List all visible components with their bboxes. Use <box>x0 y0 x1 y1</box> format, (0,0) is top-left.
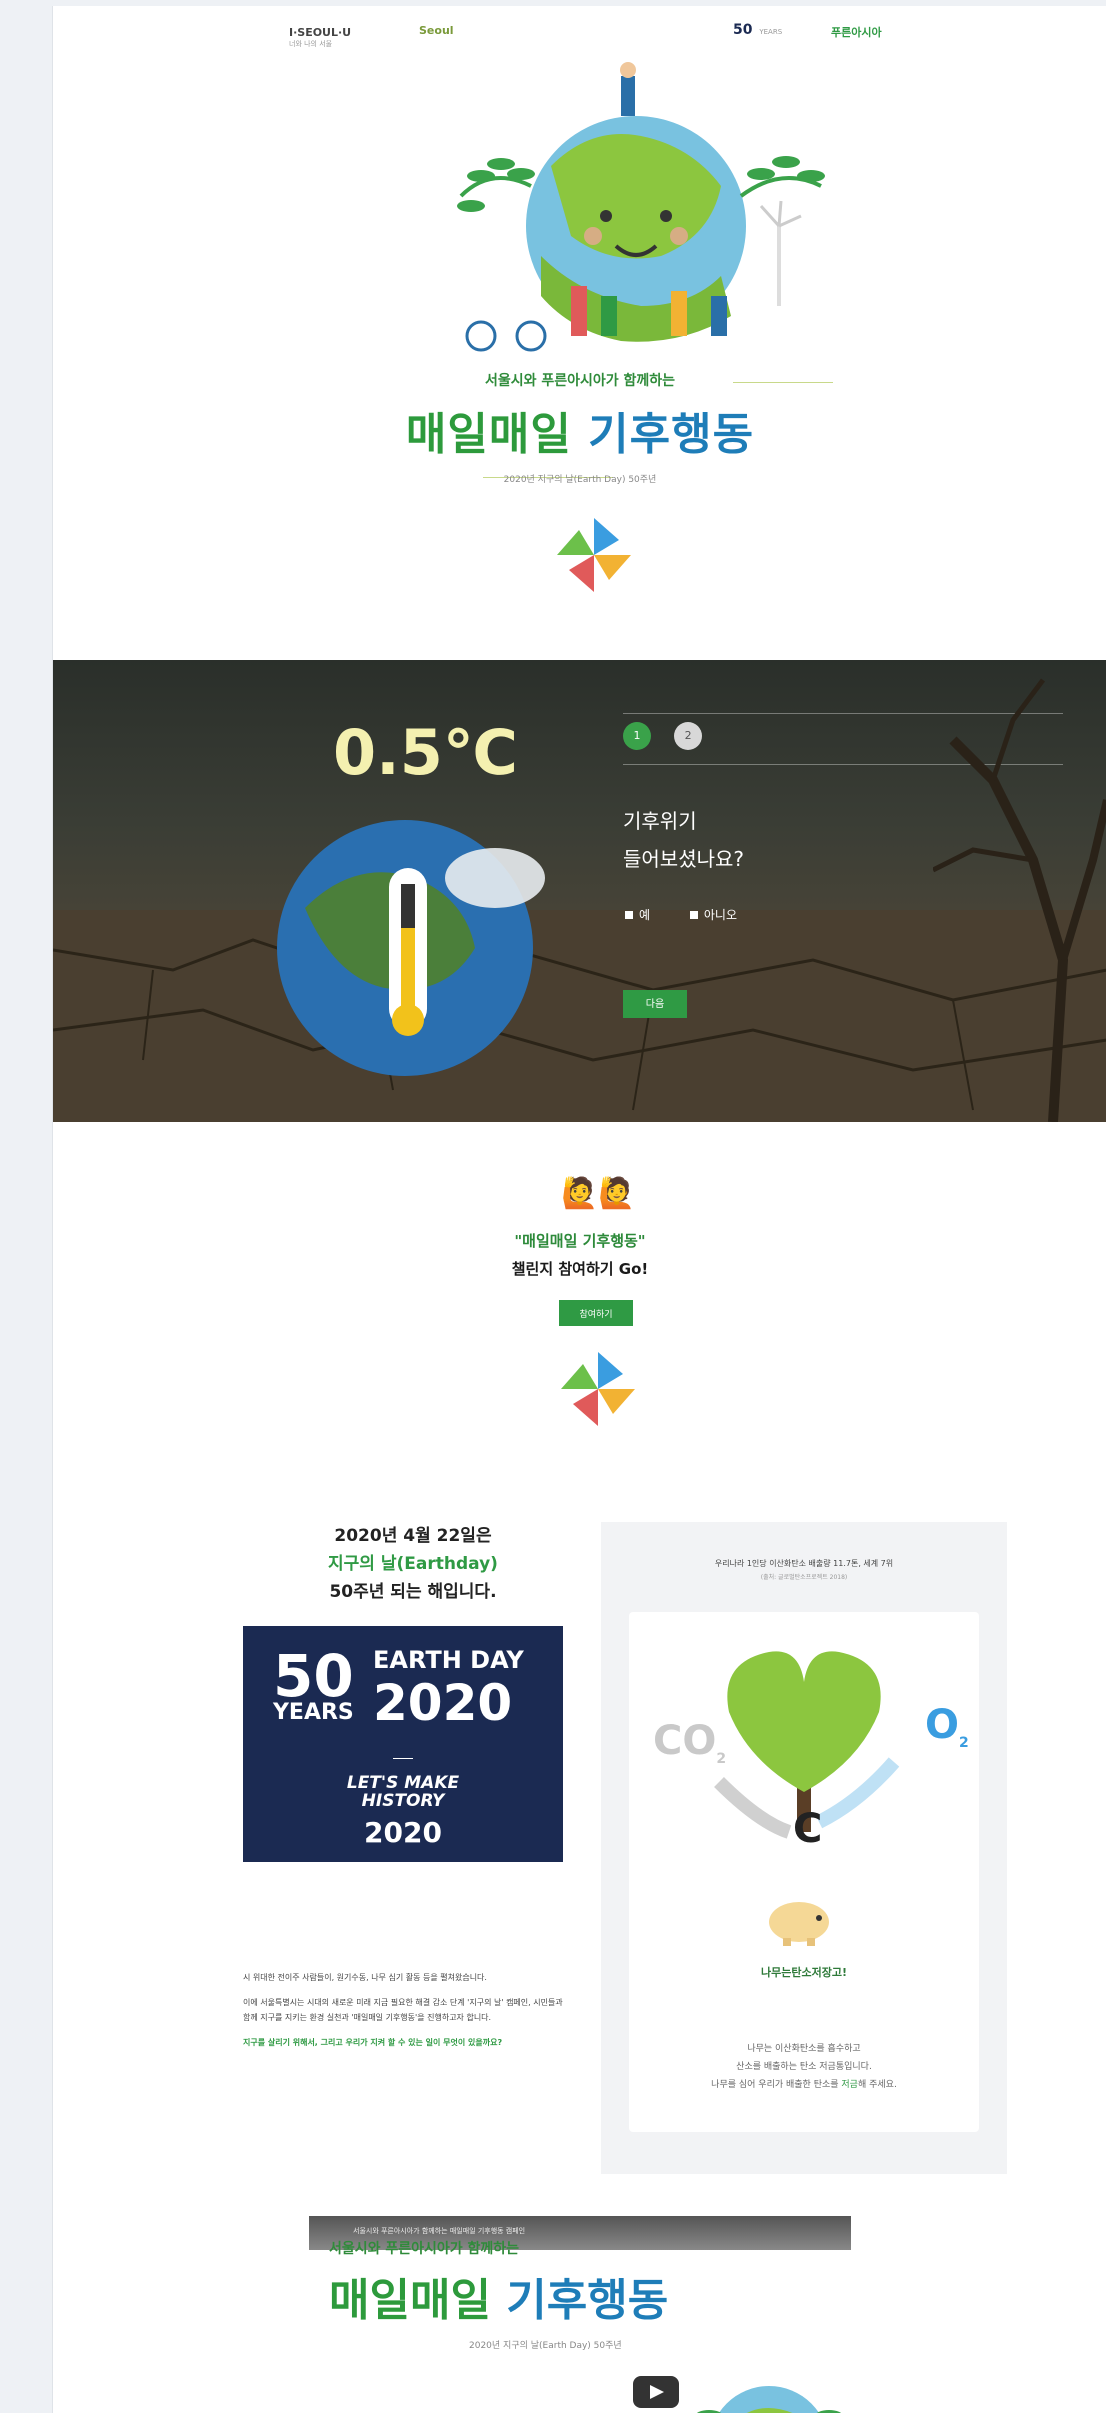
climate-quiz-section: 0.5℃ 1 2 기후위기 들어보셨나요? 예 아니오 다음 <box>53 660 1106 1122</box>
earthday-poster: 50 YEARS EARTH DAY 2020 LET'S MAKE HISTO… <box>243 1626 563 1862</box>
o2-text: O <box>925 1702 960 1748</box>
org-logo[interactable]: 푸른아시아 <box>831 24 882 40</box>
hero-title: 매일매일 기후행동 <box>53 398 1106 462</box>
tree-desc-line3-c: 해 주세요. <box>857 2080 897 2090</box>
hero-date: 2020년 지구의 날(Earth Day) 50주년 <box>503 475 657 485</box>
earth-illustration <box>457 62 825 352</box>
seoul-logo-sub: 너와 나의 서울 <box>289 40 333 48</box>
poster-history: HISTORY <box>361 1791 445 1811</box>
answer-no-option[interactable]: 아니오 <box>689 908 755 922</box>
piggy-bank-icon <box>769 1902 829 1946</box>
poster-lets-make-history: LET'S MAKE HISTORY <box>243 1774 563 1810</box>
answer-yes-option[interactable]: 예 <box>625 908 668 922</box>
radio-no[interactable] <box>689 911 698 919</box>
pinwheel-icon-2 <box>561 1352 635 1426</box>
earthday-line3: 50주년 되는 해입니다. <box>329 1582 497 1602</box>
answer-no-label: 아니오 <box>703 908 737 922</box>
logo-50-text: 50 <box>733 22 753 38</box>
quiz-answers: 예 아니오 <box>625 906 773 923</box>
challenge-subtitle: 챌린지 참여하기 Go! <box>511 1260 649 1278</box>
poster-2020-bottom: 2020 <box>364 1816 442 1849</box>
earthday-text-dark: 시 위대한 전이주 사람들이, 원기수동, 나무 심기 활동 등을 펼쳐왔습니다… <box>243 1973 487 1982</box>
challenge-title: "매일매일 기후행동" <box>514 1232 646 1250</box>
earthday-line1: 2020년 4월 22일은 <box>334 1526 492 1546</box>
seoul-brand-text: Seoul <box>419 24 454 37</box>
poster-years: YEARS <box>273 1700 354 1725</box>
carbon-subtitle: (출처: 글로벌탄소프로젝트 2018) <box>760 1574 848 1581</box>
earthday-50-logo[interactable]: 50 YEARS <box>733 22 782 38</box>
earthday-line2: 지구의 날(Earthday) <box>328 1554 498 1574</box>
logo-row: I·SEOUL·U 너와 나의 서울 Seoul 50 YEARS 푸른아시아 <box>53 16 1106 56</box>
globe-thermometer-illustration <box>277 820 545 1076</box>
earthday-faded-text <box>243 1878 563 1970</box>
quiz-question: 기후위기 들어보셨나요? <box>623 802 744 878</box>
poster-earthday: EARTH DAY <box>373 1646 524 1674</box>
hero-title-part1: 매일매일 <box>405 409 572 460</box>
tree-desc-line3: 나무를 심어 우리가 배출한 탄소를 저금해 주세요. <box>629 2076 979 2094</box>
earthday-heading: 2020년 4월 22일은 지구의 날(Earthday) 50주년 되는 해입… <box>243 1522 583 1606</box>
hero-subtitle: 서울시와 푸른아시아가 함께하는 <box>484 373 676 389</box>
poster-divider <box>393 1758 413 1759</box>
seoul-logo-text: I·SEOUL·U <box>289 26 352 39</box>
quiz-step-1[interactable]: 1 <box>623 722 651 750</box>
video-embed[interactable]: 서울시와 푸른아시아가 함께하는 매일매일 기후행동 캠페인 서울시와 푸른아시… <box>309 2216 851 2413</box>
carbon-info-card: 우리나라 1인당 이산화탄소 배출량 11.7톤, 세계 7위 (출처: 글로벌… <box>601 1522 1007 2174</box>
dead-tree-illustration <box>933 678 1106 1122</box>
tree-carbon-caption: 나무는탄소저장고! <box>761 1966 847 1979</box>
video-title-part1: 매일매일 <box>329 2275 491 2326</box>
tree-description: 나무는 이산화탄소를 흡수하고 산소를 배출하는 탄소 저금통입니다. 나무를 … <box>629 2040 979 2094</box>
quiz-step-2[interactable]: 2 <box>674 722 703 750</box>
video-play-icon[interactable] <box>633 2376 679 2408</box>
earthday-description: 시 위대한 전이주 사람들이, 원기수동, 나무 심기 활동 등을 펼쳐왔습니다… <box>243 1878 563 2050</box>
tree-desc-line3-a: 나무를 심어 우리가 배출한 탄소를 <box>711 2080 842 2090</box>
earthday-text-dark2: 이에 서울특별시는 시대의 새로운 미래 지금 필요한 해결 감소 단계 '지구… <box>243 1998 563 2022</box>
seoul-brand-logo[interactable]: Seoul <box>419 24 454 37</box>
carbon-inner-card: C CO2 O2 나무는탄소저장고! 나무는 이산화탄소를 흡수하고 산소를 배… <box>629 1612 979 2132</box>
people-emoji-icon: 🙋🙋 <box>561 1176 636 1211</box>
logo-50-sub: YEARS <box>759 28 783 36</box>
tree-desc-line1: 나무는 이산화탄소를 흡수하고 <box>747 2044 861 2054</box>
co2-text: CO <box>653 1718 717 1764</box>
video-title: 매일매일 기후행동 <box>329 2264 668 2328</box>
video-date: 2020년 지구의 날(Earth Day) 50주년 <box>469 2341 622 2351</box>
pinwheel-icon <box>557 518 631 592</box>
temperature-readout: 0.5℃ <box>333 716 518 789</box>
hero-title-part2: 기후행동 <box>588 409 755 460</box>
earthday-text-green: 지구를 살리기 위해서, 그리고 우리가 지켜 할 수 있는 일이 무엇이 있을… <box>243 2038 503 2047</box>
poster-lets: LET'S MAKE <box>346 1773 460 1793</box>
quiz-question-line1: 기후위기 <box>623 809 697 833</box>
org-logo-text: 푸른아시아 <box>831 26 882 39</box>
answer-yes-label: 예 <box>639 908 651 922</box>
quiz-next-button[interactable]: 다음 <box>623 990 687 1018</box>
tree-desc-line2: 산소를 배출하는 탄소 저금통입니다. <box>736 2062 872 2072</box>
co2-label: CO2 <box>653 1718 727 1767</box>
video-earth-icon <box>696 2386 842 2413</box>
quiz-steps: 1 2 <box>623 722 720 750</box>
carbon-title: 우리나라 1인당 이산화탄소 배출량 11.7톤, 세계 7위 <box>714 1559 894 1568</box>
quiz-question-line2: 들어보셨나요? <box>623 847 745 871</box>
challenge-join-button[interactable]: 참여하기 <box>559 1300 633 1326</box>
hero-subtitle-line <box>733 382 833 383</box>
o2-label: O2 <box>925 1702 969 1751</box>
svg-text:C: C <box>793 1806 822 1852</box>
seoul-logo[interactable]: I·SEOUL·U 너와 나의 서울 <box>289 26 351 49</box>
page: I·SEOUL·U 너와 나의 서울 Seoul 50 YEARS 푸른아시아 <box>52 6 1106 2413</box>
tree-desc-line3-b: 저금 <box>841 2080 858 2090</box>
video-bar-text: 서울시와 푸른아시아가 함께하는 매일매일 기후행동 캠페인 <box>353 2227 526 2235</box>
video-subtitle: 서울시와 푸른아시아가 함께하는 <box>329 2241 520 2257</box>
video-title-part2: 기후행동 <box>506 2275 669 2326</box>
poster-2020: 2020 <box>373 1674 513 1732</box>
radio-yes[interactable] <box>625 911 633 919</box>
poster-50: 50 <box>273 1642 354 1710</box>
